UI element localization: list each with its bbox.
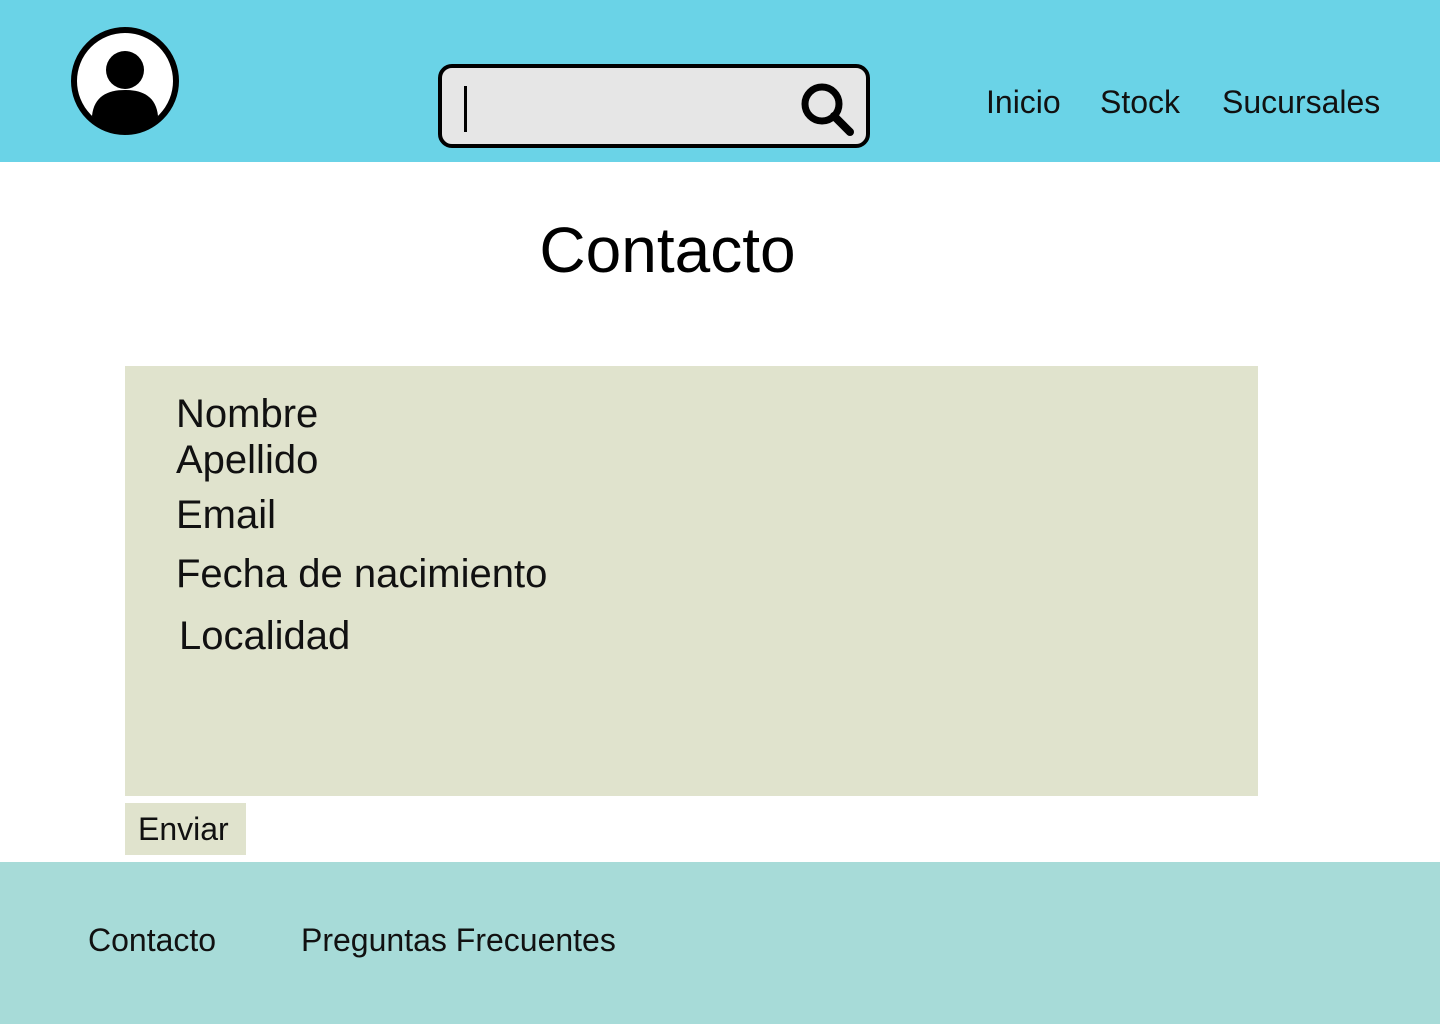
page-footer: Contacto Preguntas Frecuentes bbox=[0, 862, 1440, 1024]
page-title: Contacto bbox=[539, 214, 796, 286]
contact-form: Nombre Apellido Email Fecha de nacimient… bbox=[125, 366, 1258, 796]
field-label-localidad[interactable]: Localidad bbox=[179, 612, 350, 660]
main-nav: Inicio Stock Sucursales bbox=[0, 80, 1440, 124]
nav-link-stock[interactable]: Stock bbox=[1100, 80, 1180, 124]
nav-link-sucursales[interactable]: Sucursales bbox=[1222, 80, 1380, 124]
field-label-nombre[interactable]: Nombre bbox=[176, 390, 318, 438]
nav-link-inicio[interactable]: Inicio bbox=[986, 80, 1061, 124]
footer-link-contacto[interactable]: Contacto bbox=[88, 918, 216, 962]
field-label-fecha-nacimiento[interactable]: Fecha de nacimiento bbox=[176, 550, 547, 598]
field-label-apellido[interactable]: Apellido bbox=[176, 436, 318, 484]
top-header: Inicio Stock Sucursales bbox=[0, 0, 1440, 162]
field-label-email[interactable]: Email bbox=[176, 491, 276, 539]
footer-link-preguntas-frecuentes[interactable]: Preguntas Frecuentes bbox=[301, 918, 616, 962]
submit-button[interactable]: Enviar bbox=[125, 803, 246, 855]
